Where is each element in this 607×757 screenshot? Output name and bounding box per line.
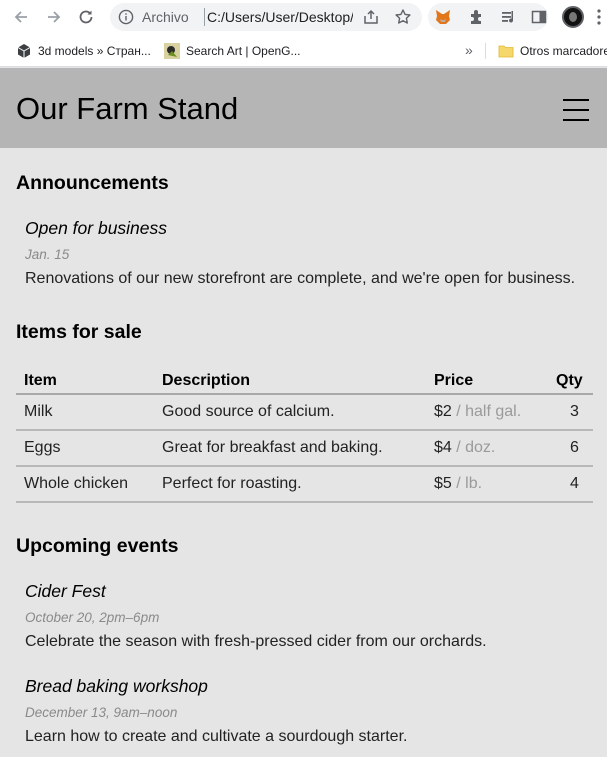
address-bar[interactable]: Archivo C:/Users/User/Desktop/farm-stand…	[110, 3, 422, 31]
bookmarks-divider	[485, 43, 486, 59]
event-title: Bread baking workshop	[25, 676, 208, 696]
column-header-item: Item	[16, 365, 162, 395]
event-body: Learn how to create and cultivate a sour…	[25, 728, 408, 745]
price-value: $5	[434, 475, 452, 492]
folder-icon	[498, 45, 514, 58]
hamburger-menu-icon[interactable]	[563, 95, 589, 123]
share-icon[interactable]	[362, 8, 380, 26]
cell-item: Milk	[16, 394, 162, 431]
info-icon[interactable]	[118, 9, 134, 25]
items-table: Item Description Price Qty Milk Good sou…	[16, 365, 593, 503]
reload-icon	[79, 10, 93, 24]
arrow-right-icon	[48, 11, 61, 23]
items-for-sale-heading: Items for sale	[16, 321, 142, 343]
arrow-left-icon	[14, 11, 27, 23]
extensions-area	[428, 3, 548, 31]
media-queue-icon[interactable]	[500, 8, 518, 26]
bookmarks-bar: 3d models » Стран... Search Art | OpenG.…	[0, 35, 607, 67]
address-scheme-label: Archivo	[142, 9, 189, 25]
price-value: $2	[434, 403, 452, 420]
opengameart-icon	[164, 43, 180, 59]
event-date: December 13, 9am–noon	[25, 705, 178, 720]
event-title: Cider Fest	[25, 581, 106, 601]
forward-button[interactable]	[43, 6, 65, 28]
reload-button[interactable]	[75, 6, 97, 28]
announcements-heading: Announcements	[16, 172, 169, 194]
bookmarks-overflow-chevron[interactable]: »	[465, 42, 473, 58]
cell-item: Whole chicken	[16, 466, 162, 503]
profile-avatar[interactable]	[562, 6, 584, 28]
back-button[interactable]	[10, 6, 32, 28]
bookmark-label: Otros marcadores	[520, 44, 607, 58]
column-header-price: Price	[434, 365, 556, 395]
side-panel-icon[interactable]	[530, 8, 548, 26]
cell-description: Good source of calcium.	[162, 394, 434, 431]
bookmark-other-folder[interactable]: Otros marcadores	[498, 41, 607, 61]
more-vert-icon[interactable]	[596, 8, 602, 26]
site-title: Our Farm Stand	[16, 91, 239, 126]
address-divider	[204, 8, 205, 26]
bookmark-star-icon[interactable]	[394, 8, 412, 26]
cell-qty: 3	[556, 394, 593, 431]
browser-toolbar: Archivo C:/Users/User/Desktop/farm-stand…	[0, 0, 607, 35]
price-unit: / doz.	[451, 439, 496, 456]
puzzle-extensions-icon[interactable]	[468, 8, 486, 26]
table-row: Milk Good source of calcium. $2 / half g…	[16, 394, 593, 431]
announcement-date: Jan. 15	[25, 247, 70, 262]
event-body: Celebrate the season with fresh-pressed …	[25, 633, 487, 650]
address-url[interactable]: C:/Users/User/Desktop/farm-stand/index.h…	[207, 9, 353, 25]
bookmark-label: 3d models » Стран...	[38, 44, 151, 58]
price-unit: / half gal.	[451, 403, 522, 420]
cube-icon	[17, 44, 31, 58]
column-header-description: Description	[162, 365, 434, 395]
bookmark-3d-models[interactable]: 3d models » Стран...	[16, 41, 151, 61]
site-header: Our Farm Stand	[0, 68, 607, 148]
price-unit: / lb.	[451, 475, 483, 492]
cell-item: Eggs	[16, 430, 162, 467]
cell-qty: 4	[556, 466, 593, 503]
page-content: Announcements Open for business Jan. 15 …	[0, 148, 607, 757]
table-row: Eggs Great for breakfast and baking. $4 …	[16, 430, 593, 467]
table-row: Whole chicken Perfect for roasting. $5 /…	[16, 466, 593, 503]
cell-description: Great for breakfast and baking.	[162, 430, 434, 467]
cell-qty: 6	[556, 430, 593, 467]
cell-description: Perfect for roasting.	[162, 466, 434, 503]
announcement-body: Renovations of our new storefront are co…	[25, 270, 576, 287]
price-value: $4	[434, 439, 452, 456]
bookmark-search-art[interactable]: Search Art | OpenG...	[164, 41, 301, 61]
cell-price: $2 / half gal.	[434, 394, 556, 431]
metamask-fox-icon[interactable]	[434, 8, 452, 26]
cell-price: $4 / doz.	[434, 430, 556, 467]
column-header-qty: Qty	[556, 365, 593, 395]
table-header-row: Item Description Price Qty	[16, 365, 593, 395]
event-date: October 20, 2pm–6pm	[25, 610, 160, 625]
bookmark-label: Search Art | OpenG...	[186, 44, 301, 58]
cell-price: $5 / lb.	[434, 466, 556, 503]
announcement-title: Open for business	[25, 218, 168, 238]
upcoming-events-heading: Upcoming events	[16, 535, 179, 557]
